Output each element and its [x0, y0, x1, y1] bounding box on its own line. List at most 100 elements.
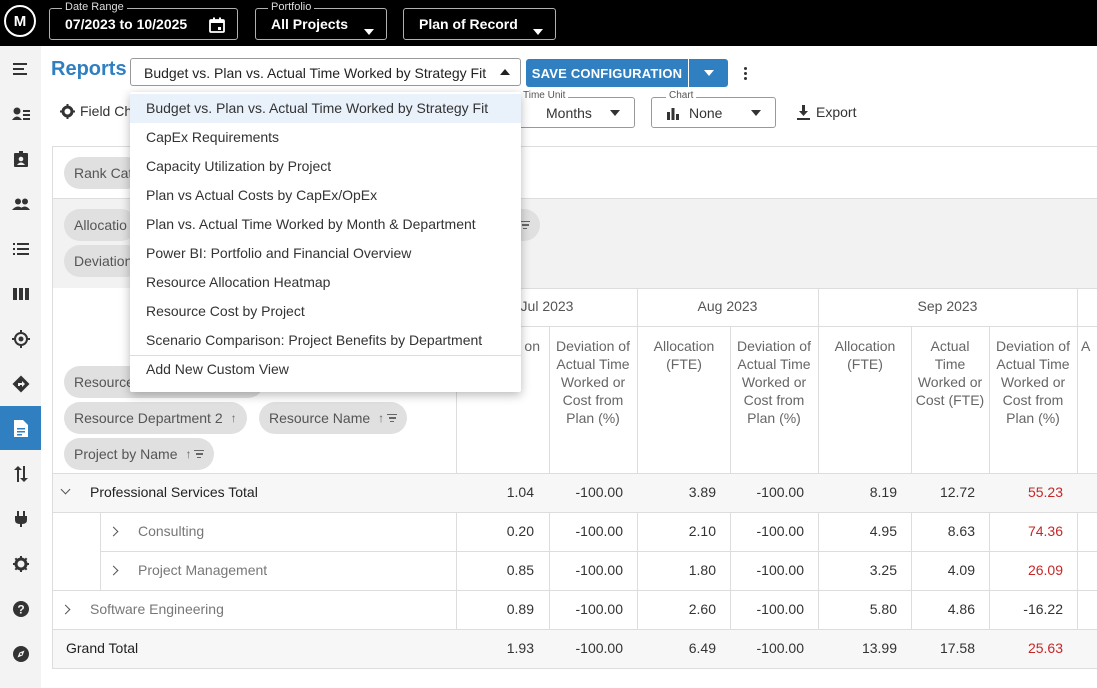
table-cell: 3.25 — [869, 562, 897, 578]
sidebar-item-reports[interactable] — [0, 406, 41, 450]
filter-icon — [194, 449, 205, 459]
dropdown-item[interactable]: Power BI: Portfolio and Financial Overvi… — [130, 239, 521, 268]
swap-icon — [13, 466, 28, 482]
sidebar-item-settings[interactable] — [0, 542, 41, 586]
grid-line — [52, 668, 1097, 669]
row-label: Consulting — [138, 523, 205, 539]
sidebar-item-menu[interactable] — [0, 47, 41, 91]
month-header: Aug 2023 — [697, 298, 758, 314]
table-cell: 1.04 — [506, 484, 534, 500]
more-options-icon[interactable] — [738, 63, 752, 83]
report-select[interactable]: Budget vs. Plan vs. Actual Time Worked b… — [130, 58, 521, 86]
svg-text:?: ? — [17, 603, 24, 617]
chart-select[interactable]: Chart None — [651, 90, 776, 128]
col-header: Deviation of Actual Time Worked or Cost … — [556, 338, 630, 426]
portfolio-label: Portfolio — [268, 0, 315, 14]
table-cell: 12.72 — [939, 484, 975, 500]
add-custom-view-item[interactable]: Add New Custom View — [130, 355, 521, 384]
target-icon — [11, 330, 30, 348]
dropdown-item[interactable]: Budget vs. Plan vs. Actual Time Worked b… — [130, 94, 521, 123]
time-unit-select[interactable]: Time Unit Months — [505, 90, 635, 128]
download-icon — [797, 104, 810, 120]
sort-icon[interactable]: ↑ — [378, 411, 398, 425]
sidebar: ? — [0, 46, 41, 688]
report-dropdown-menu: Budget vs. Plan vs. Actual Time Worked b… — [130, 92, 521, 392]
table-cell: 4.09 — [947, 562, 975, 578]
table-cell: 25.63 — [1027, 640, 1063, 656]
table-cell: -100.00 — [756, 562, 804, 578]
table-cell: 0.85 — [506, 562, 534, 578]
sidebar-item-teams[interactable] — [0, 182, 41, 226]
sidebar-item-roadmap[interactable] — [0, 362, 41, 406]
portfolio-select[interactable]: Portfolio All Projects — [255, 0, 387, 40]
value-chip-allocation[interactable]: Allocatio — [64, 209, 137, 241]
filter-icon[interactable] — [520, 220, 530, 230]
dropdown-item[interactable]: Plan vs Actual Costs by CapEx/OpEx — [130, 181, 521, 210]
table-cell: -16.22 — [1023, 601, 1063, 617]
sort-icon[interactable]: ↑ — [185, 447, 205, 461]
filter-icon — [387, 413, 398, 423]
sidebar-item-board[interactable] — [0, 272, 41, 316]
table-cell: -100.00 — [575, 601, 623, 617]
user-list-icon — [11, 107, 30, 120]
row-chip-resource-name[interactable]: Resource Name ↑ — [259, 402, 408, 434]
top-bar: M Date Range 07/2023 to 10/2025 Portfoli… — [0, 0, 1097, 46]
save-configuration-button[interactable]: SAVE CONFIGURATION — [526, 59, 688, 87]
table-cell: 55.23 — [1027, 484, 1063, 500]
calendar-icon[interactable] — [209, 17, 225, 38]
row-chip-project-by-name[interactable]: Project by Name ↑ — [64, 438, 215, 470]
directions-icon — [12, 375, 29, 393]
help-icon: ? — [12, 601, 29, 617]
dropdown-item[interactable]: Resource Cost by Project — [130, 297, 521, 326]
table-cell: 13.99 — [861, 640, 897, 656]
table-cell: -100.00 — [756, 640, 804, 656]
col-header: Allocation (FTE) — [834, 338, 896, 372]
row-chip-label: Resource Department 2 — [74, 410, 223, 426]
dropdown-item[interactable]: CapEx Requirements — [130, 123, 521, 152]
row-chip-label: Resource — [74, 374, 134, 390]
sidebar-item-transfer[interactable] — [0, 452, 41, 496]
plan-select[interactable]: Plan of Record — [403, 8, 556, 40]
chevron-right-icon[interactable] — [108, 526, 119, 537]
chevron-right-icon[interactable] — [60, 604, 71, 615]
dropdown-item[interactable]: Scenario Comparison: Project Benefits by… — [130, 326, 521, 355]
grid-line — [457, 288, 1097, 289]
table-cell: 1.93 — [506, 640, 534, 656]
table-cell: 6.49 — [688, 640, 716, 656]
sidebar-item-explore[interactable] — [0, 632, 41, 676]
plan-value: Plan of Record — [419, 16, 518, 32]
plug-icon — [14, 511, 27, 527]
row-chip-resource-department[interactable]: Resource Department 2 ↑ — [64, 402, 247, 434]
table-cell: -100.00 — [575, 484, 623, 500]
sidebar-item-assignments[interactable] — [0, 137, 41, 181]
col-header: Deviation of Actual Time Worked or Cost … — [996, 338, 1070, 426]
date-range-value: 07/2023 to 10/2025 — [65, 16, 188, 32]
app-logo[interactable]: M — [4, 5, 36, 37]
table-cell: 26.09 — [1027, 562, 1063, 578]
dropdown-item[interactable]: Capacity Utilization by Project — [130, 152, 521, 181]
field-chooser-button[interactable]: Field Ch — [60, 103, 132, 119]
col-header: Actual Time Worked or Cost (FTE) — [915, 338, 985, 408]
save-options-button[interactable] — [689, 59, 728, 87]
sidebar-item-integrations[interactable] — [0, 497, 41, 541]
report-icon — [13, 419, 28, 437]
row-label: Professional Services Total — [90, 484, 258, 500]
sidebar-item-list[interactable] — [0, 227, 41, 271]
chevron-down-icon — [533, 22, 543, 40]
export-button[interactable]: Export — [797, 104, 856, 120]
sidebar-item-target[interactable] — [0, 317, 41, 361]
chevron-right-icon[interactable] — [108, 565, 119, 576]
sidebar-item-help[interactable]: ? — [0, 587, 41, 631]
date-range-field[interactable]: Date Range 07/2023 to 10/2025 — [49, 0, 238, 40]
dropdown-item[interactable]: Resource Allocation Heatmap — [130, 268, 521, 297]
sort-icon[interactable]: ↑ — [231, 411, 237, 425]
row-chip-label: Resource Name — [269, 410, 371, 426]
row-chip-label: Project by Name — [74, 446, 178, 462]
dropdown-item[interactable]: Plan vs. Actual Time Worked by Month & D… — [130, 210, 521, 239]
people-icon — [11, 198, 30, 210]
sidebar-item-resources[interactable] — [0, 92, 41, 136]
grid-line — [52, 590, 1097, 591]
chart-label: Chart — [666, 90, 697, 102]
col-header: Deviation of Actual Time Worked or Cost … — [737, 338, 811, 426]
row-label: Project Management — [138, 562, 268, 578]
